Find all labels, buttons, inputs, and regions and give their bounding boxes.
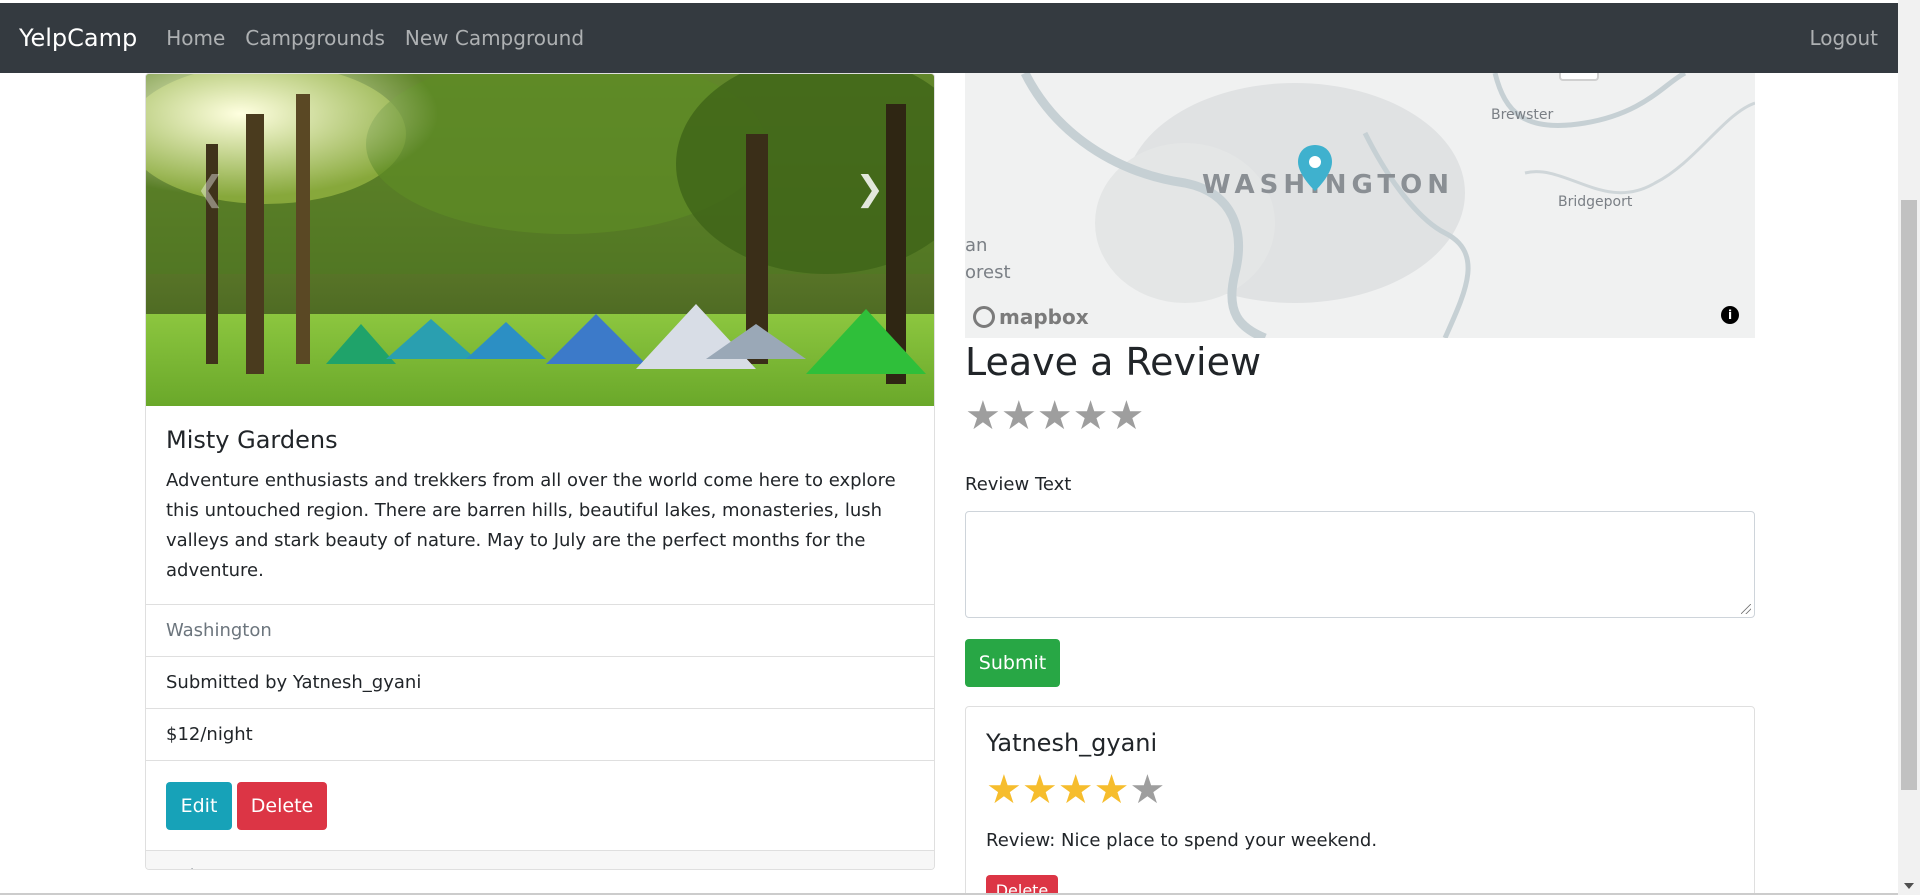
zoom-control[interactable] bbox=[1559, 73, 1599, 81]
campground-location: Washington bbox=[146, 605, 934, 657]
review-heading: Leave a Review bbox=[965, 340, 1262, 384]
card-footer: 2 days ago bbox=[146, 851, 934, 869]
brand-logo[interactable]: YelpCamp bbox=[19, 24, 137, 52]
campground-title: Misty Gardens bbox=[166, 426, 338, 454]
map-place-label: an bbox=[965, 235, 988, 256]
mapbox-attribution: mapbox bbox=[999, 305, 1089, 329]
star-icon[interactable]: ★ bbox=[965, 396, 1001, 436]
review-text-label: Review Text bbox=[965, 474, 1072, 495]
star-icon: ★ bbox=[1129, 767, 1166, 813]
review-text: Review: Nice place to spend your weekend… bbox=[986, 830, 1378, 851]
map-place-label: Brewster bbox=[1491, 107, 1554, 123]
mapbox-logo[interactable]: mapbox bbox=[973, 305, 1089, 329]
star-icon[interactable]: ★ bbox=[1001, 396, 1037, 436]
review-card: Yatnesh_gyani ★ ★ ★ ★ ★ Review: Nice place t… bbox=[965, 706, 1755, 895]
campground-description: Adventure enthusiasts and trekkers from … bbox=[166, 470, 896, 581]
nav-link-new-campground[interactable]: New Campground bbox=[405, 26, 584, 50]
star-icon[interactable]: ★ bbox=[1073, 396, 1109, 436]
star-icon: ★ bbox=[986, 767, 1022, 813]
campground-actions: Edit Delete bbox=[146, 761, 934, 851]
star-icon: ★ bbox=[1021, 767, 1058, 813]
review-text-input[interactable] bbox=[965, 511, 1755, 618]
rating-input[interactable]: ★ ★ ★ ★ ★ bbox=[965, 396, 1144, 436]
campground-card: ❮ ❯ Misty Gardens Adventure enthusiasts … bbox=[145, 73, 935, 870]
star-icon[interactable]: ★ bbox=[1037, 396, 1073, 436]
delete-button[interactable]: Delete bbox=[237, 781, 327, 830]
scrollbar-thumb[interactable] bbox=[1901, 200, 1917, 790]
chevron-left-icon[interactable]: ❮ bbox=[196, 169, 225, 209]
nav-link-campgrounds[interactable]: Campgrounds bbox=[245, 26, 385, 50]
campground-author: Submitted by Yatnesh_gyani bbox=[146, 657, 934, 709]
submit-button[interactable]: Submit bbox=[965, 639, 1060, 687]
map-terrain bbox=[965, 73, 1755, 338]
map-pin-icon[interactable] bbox=[1298, 145, 1332, 191]
star-icon[interactable]: ★ bbox=[1108, 396, 1144, 436]
review-author: Yatnesh_gyani bbox=[986, 729, 1158, 757]
review-rating: ★ ★ ★ ★ ★ bbox=[986, 770, 1165, 810]
logout-link[interactable]: Logout bbox=[1810, 26, 1878, 50]
edit-button[interactable]: Edit bbox=[166, 781, 232, 830]
campground-price: $12/night bbox=[146, 709, 934, 761]
chevron-right-icon[interactable]: ❯ bbox=[856, 169, 885, 209]
star-icon: ★ bbox=[1057, 767, 1094, 813]
map-place-label: Bridgeport bbox=[1558, 194, 1633, 210]
star-icon: ★ bbox=[1093, 767, 1130, 813]
review-delete-button[interactable]: Delete bbox=[986, 875, 1058, 895]
nav-link-home[interactable]: Home bbox=[166, 26, 225, 50]
navbar: YelpCamp Home Campgrounds New Campground… bbox=[0, 3, 1898, 73]
info-icon[interactable]: i bbox=[1721, 306, 1739, 324]
map-place-label: orest bbox=[965, 262, 1011, 283]
image-carousel[interactable]: ❮ ❯ bbox=[146, 74, 934, 406]
campground-map[interactable]: WASHINGTON Brewster Bridgeport an orest … bbox=[965, 73, 1755, 338]
resize-handle[interactable] bbox=[1741, 604, 1751, 614]
campground-details: Misty Gardens Adventure enthusiasts and … bbox=[146, 406, 934, 605]
scrollbar[interactable] bbox=[1898, 0, 1920, 895]
campground-image bbox=[146, 74, 934, 406]
scroll-down-icon[interactable] bbox=[1904, 883, 1914, 889]
